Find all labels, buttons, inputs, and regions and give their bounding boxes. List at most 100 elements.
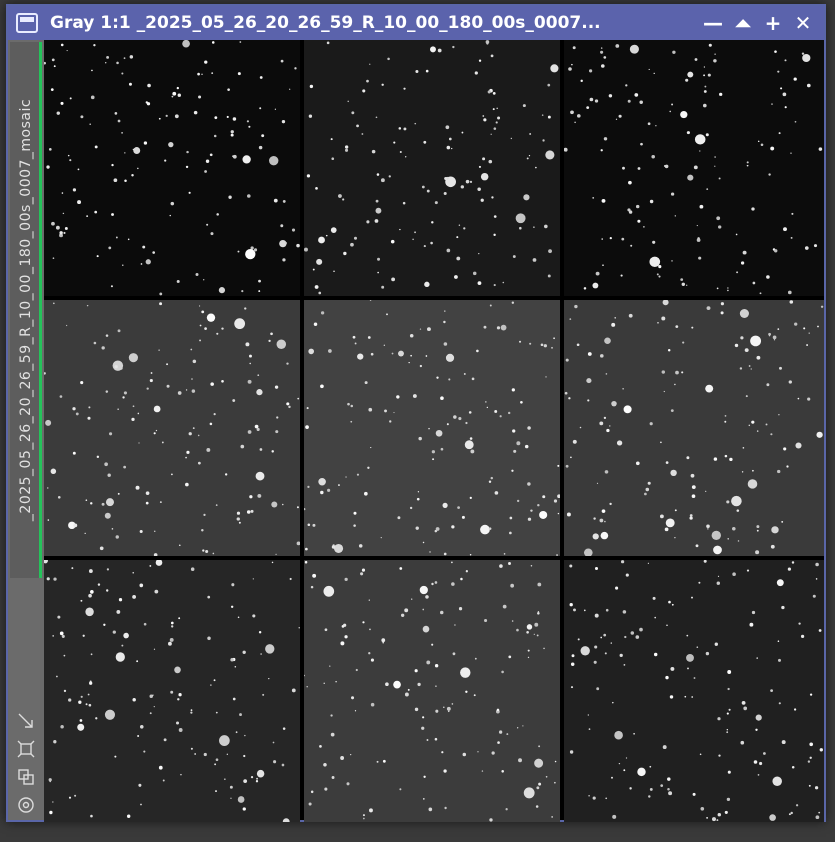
mosaic-tile	[44, 40, 300, 296]
close-button[interactable]: ✕	[788, 8, 818, 38]
star	[329, 665, 331, 667]
star	[545, 376, 547, 378]
star	[508, 655, 512, 659]
star	[542, 139, 545, 142]
star	[209, 422, 213, 426]
star	[818, 629, 822, 632]
star	[726, 712, 729, 715]
star	[145, 501, 149, 505]
star	[68, 796, 72, 799]
star	[431, 450, 436, 454]
star	[259, 448, 263, 451]
star	[675, 325, 679, 328]
star	[436, 376, 439, 379]
star	[415, 69, 419, 73]
star	[291, 228, 296, 232]
zoom-fit-icon[interactable]	[17, 740, 35, 758]
star	[769, 814, 776, 821]
image-viewport[interactable]	[44, 40, 824, 822]
star	[727, 538, 729, 540]
star	[698, 581, 701, 584]
star	[777, 70, 780, 73]
star	[807, 760, 811, 763]
star	[143, 750, 146, 753]
star	[535, 166, 537, 169]
star	[323, 682, 325, 684]
window-controls: — ⏶ + ✕	[698, 8, 818, 38]
star	[817, 325, 819, 328]
star	[454, 275, 458, 279]
star	[603, 416, 607, 419]
star	[407, 688, 410, 691]
star	[399, 567, 403, 570]
star	[729, 457, 733, 462]
star	[649, 422, 653, 426]
star	[588, 728, 591, 730]
star	[665, 461, 669, 464]
maximize-button[interactable]: +	[758, 8, 788, 38]
star	[706, 524, 710, 529]
star	[703, 90, 707, 93]
star	[186, 450, 190, 454]
star	[169, 214, 171, 217]
star	[592, 197, 595, 199]
star-field	[564, 300, 824, 556]
shade-button[interactable]: ⏶	[728, 8, 758, 38]
star	[306, 686, 308, 688]
star	[276, 339, 287, 349]
star	[85, 499, 88, 501]
clone-icon[interactable]	[17, 768, 35, 786]
mosaic-tile	[304, 300, 560, 556]
star	[387, 57, 390, 61]
star	[258, 631, 262, 634]
star	[172, 91, 177, 96]
star	[203, 752, 207, 757]
star	[699, 150, 701, 152]
star	[254, 424, 259, 429]
star	[69, 159, 72, 162]
star	[543, 647, 545, 650]
star	[448, 137, 452, 141]
star	[518, 758, 522, 763]
star	[727, 770, 731, 774]
title-bar[interactable]: Gray 1:1 _2025_05_26_20_26_59_R_10_00_18…	[8, 6, 824, 40]
star	[568, 397, 571, 400]
star	[71, 567, 74, 570]
target-icon[interactable]	[17, 796, 35, 814]
star-field	[569, 560, 823, 822]
star	[671, 103, 674, 106]
star	[529, 342, 532, 345]
star	[551, 346, 553, 349]
star	[474, 71, 478, 75]
star	[232, 117, 237, 121]
star	[815, 578, 818, 580]
star	[653, 72, 655, 75]
window-menu-icon[interactable]	[16, 13, 38, 33]
star	[583, 287, 587, 290]
star	[640, 142, 643, 146]
minimize-button[interactable]: —	[698, 8, 728, 38]
star	[657, 321, 659, 324]
star	[106, 55, 110, 59]
star	[460, 185, 464, 189]
star	[202, 549, 205, 552]
star	[544, 224, 548, 229]
star	[68, 698, 72, 702]
star	[625, 573, 629, 577]
star	[77, 723, 85, 731]
star-field	[304, 40, 559, 295]
star	[304, 247, 308, 252]
star	[753, 760, 758, 764]
fit-view-icon[interactable]	[17, 712, 35, 730]
star	[123, 465, 127, 469]
star	[280, 59, 284, 63]
star	[104, 462, 108, 467]
star	[633, 732, 635, 735]
star	[87, 416, 91, 420]
star	[538, 782, 542, 786]
star	[45, 419, 52, 426]
star	[297, 397, 300, 400]
star	[611, 322, 616, 327]
star	[787, 567, 791, 571]
image-id-tab[interactable]: _2025_05_26_20_26_59_R_10_00_180_00s_000…	[10, 42, 42, 578]
